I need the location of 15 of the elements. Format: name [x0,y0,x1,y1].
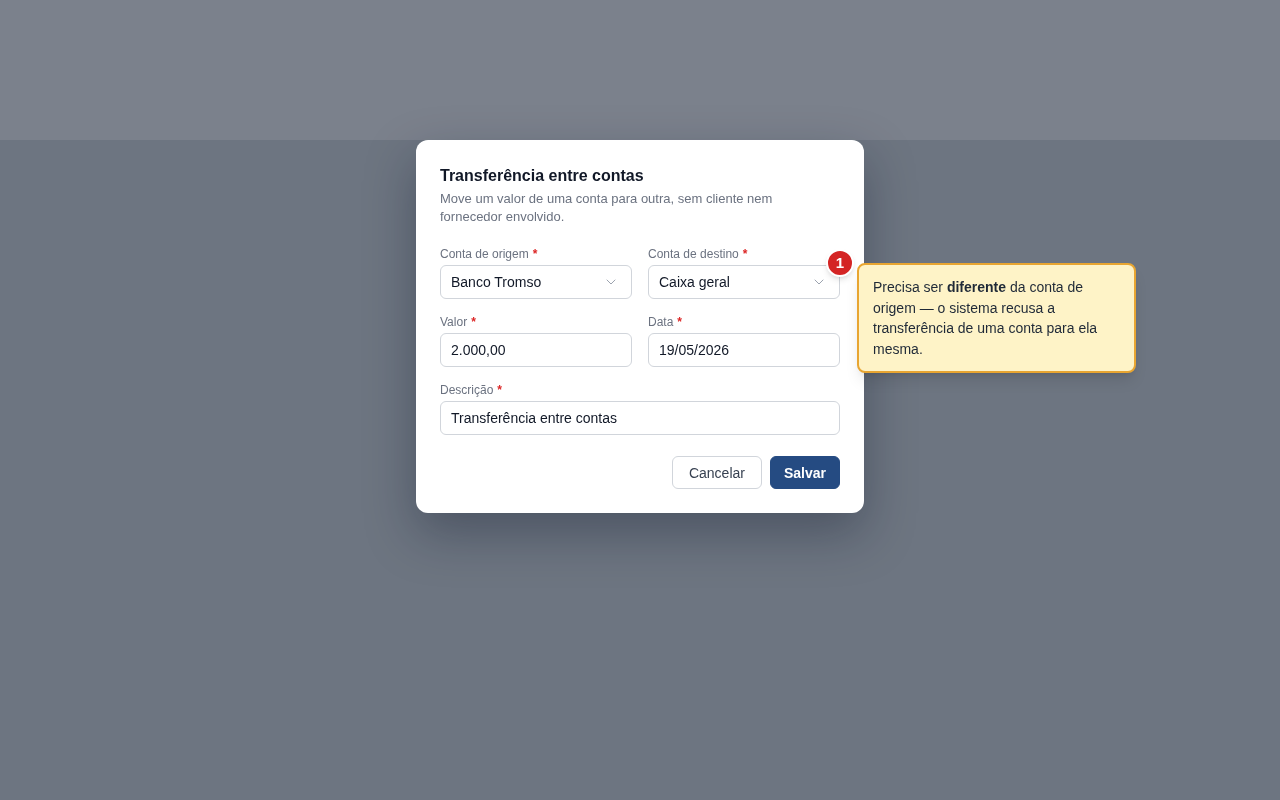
input-field[interactable]: Transferência entre contas [440,401,840,435]
number-badge: 1 [826,249,854,277]
field-label: Descrição * [440,382,504,398]
input-field[interactable]: 2.000,00 [440,333,632,367]
dialog-title: Transferência entre contas [440,166,645,186]
save-button[interactable]: Salvar [769,456,840,489]
input-field[interactable]: 19/05/2026 [648,333,840,367]
field-label: Valor * [440,314,477,330]
field-label: Conta de destino * [648,246,749,262]
cancel-button[interactable]: Cancelar [671,456,762,489]
dialog-description: Move um valor de uma conta para outra, sem cliente nem fornecedor envolvido. [440,190,774,226]
field-label: Conta de origem * [440,246,539,262]
tooltip: Precisa ser diferente da conta de origem — o sistema recusa a transferência de uma conta para ela mesma. [857,263,1136,373]
field-label: Data * [648,314,684,330]
select-field[interactable]: Banco Tromso [440,265,632,299]
